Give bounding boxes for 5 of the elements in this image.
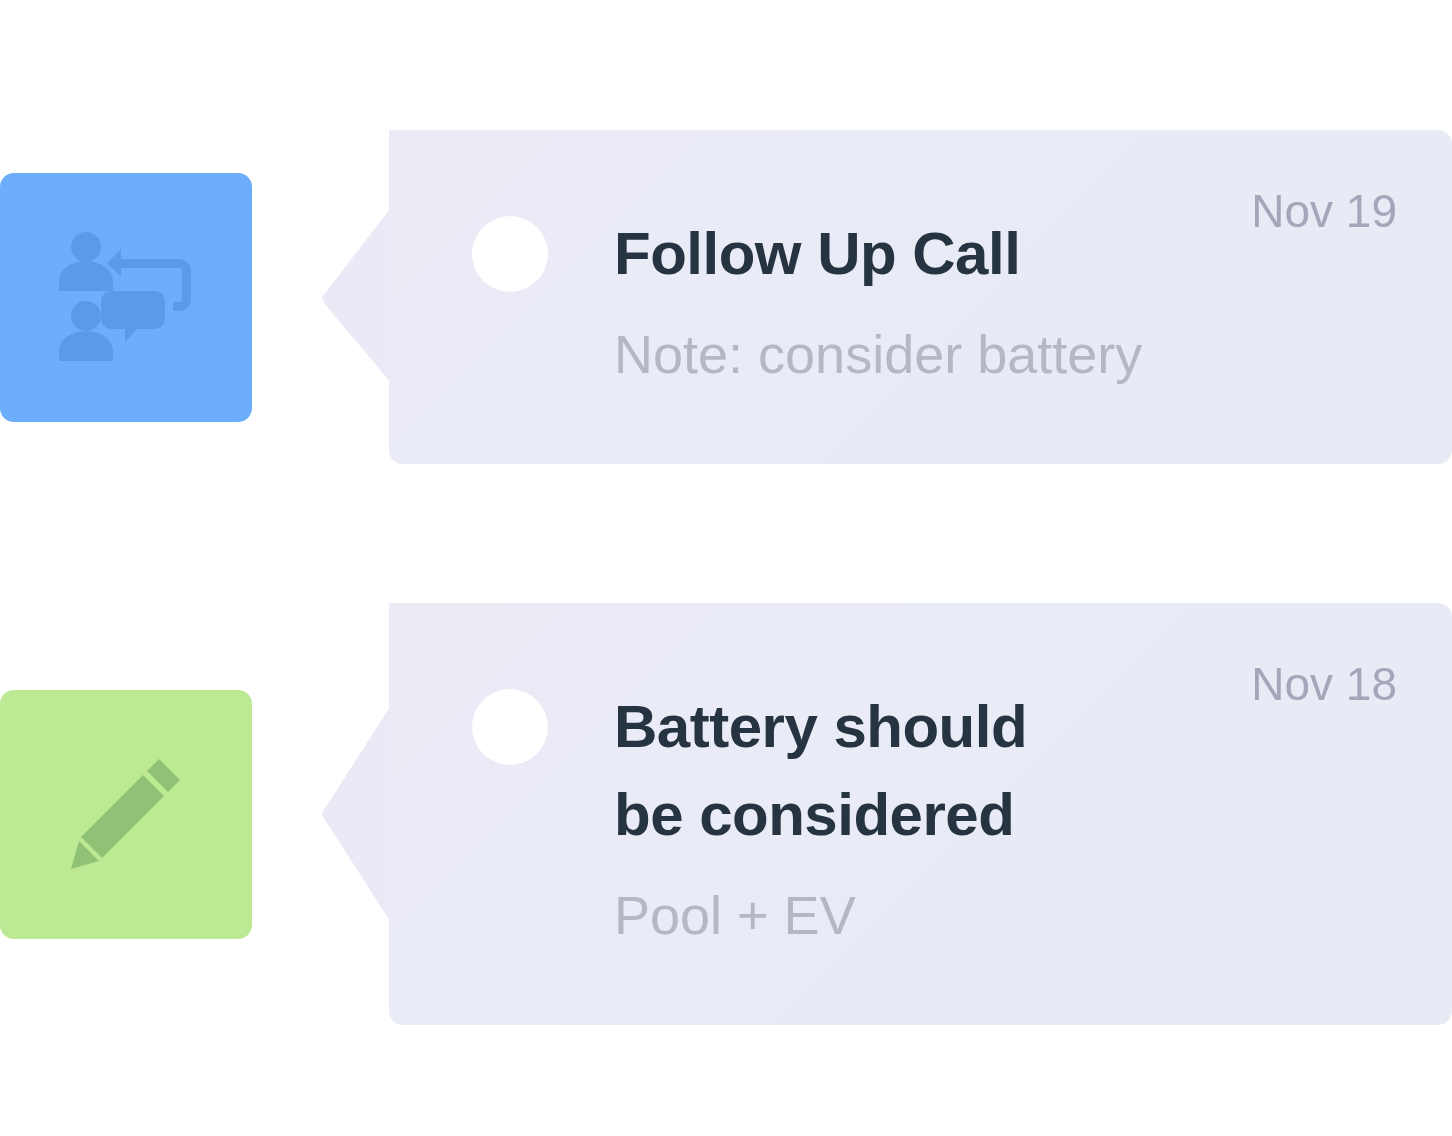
entry-date: Nov 18	[1251, 658, 1397, 712]
pencil-icon	[71, 759, 181, 869]
entry-title: Battery should be considered	[614, 692, 1029, 850]
entry-date: Nov 19	[1251, 185, 1397, 239]
entry-title: Follow Up Call	[614, 219, 1022, 289]
